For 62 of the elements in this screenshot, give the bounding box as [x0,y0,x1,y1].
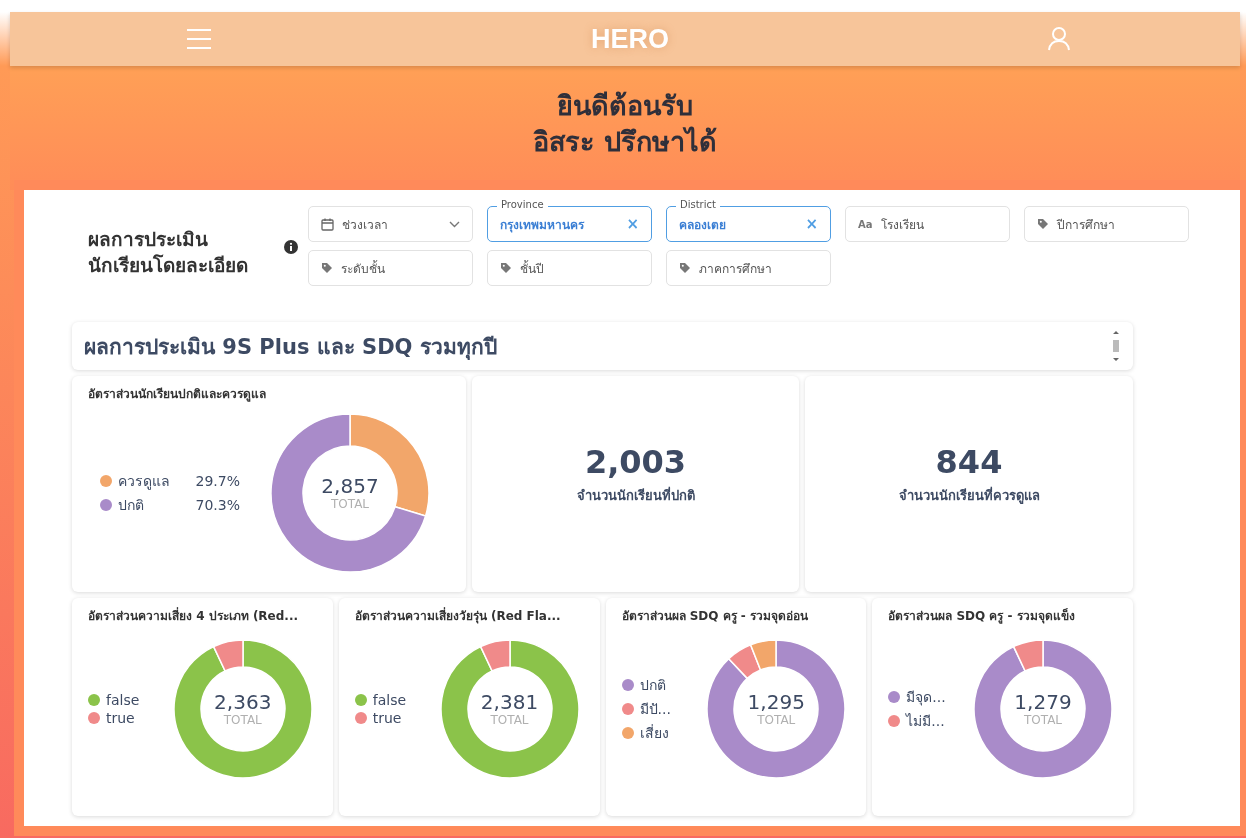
legend-label: มีจุด... [906,688,946,708]
donut-slice[interactable] [270,413,427,573]
card-title: อัตราส่วนความเสี่ยงวัยรุ่น (Red Fla... [353,606,562,625]
card-title: อัตราส่วนผล SDQ ครู - รวมจุดอ่อน [620,608,809,625]
legend-percent: 70.3% [195,497,240,513]
total-label: TOTAL [1023,713,1063,727]
donut-slice[interactable] [479,639,511,672]
total-label: TOTAL [757,713,796,727]
tag-icon [321,262,333,274]
info-icon[interactable] [284,240,298,254]
tag-filter[interactable]: ระดับชั้น [308,250,473,286]
user-icon[interactable] [1048,27,1070,51]
welcome-text: ยินดีต้อนรับ [557,89,693,123]
donut-slice[interactable] [728,644,762,680]
total-value: 1,295 [747,691,805,713]
calendar-icon [321,217,334,231]
donut-slice[interactable] [439,639,580,779]
legend-label: false [372,692,407,708]
tag-icon [1037,218,1049,230]
stat-caption: จำนวนนักเรียนที่ปกติ [576,485,695,505]
donut-slice[interactable] [706,639,846,779]
legend-label: true [106,710,135,726]
total-value: 2,381 [480,691,539,713]
tag-filter[interactable]: ปีการศึกษา [1024,206,1189,242]
legend-percent: 29.7% [195,473,240,489]
donut-slice[interactable] [173,639,313,779]
legend-label: ปกติ [639,676,666,695]
stat-value: 844 [935,442,1003,481]
tag-filter[interactable]: ภาคการศึกษา [666,250,831,286]
legend-label: false [106,692,140,708]
donut-slice[interactable] [1012,639,1044,672]
welcome-text: อิสระ ปรึกษาได้ [532,125,718,159]
total-value: 2,363 [214,691,272,713]
total-label: TOTAL [330,497,370,511]
legend-label: มีปั... [639,700,671,719]
donut-slice[interactable] [973,639,1113,779]
section-title: ผลการประเมิน นักเรียนโดยละเอียด [88,227,249,278]
stat-caption: จำนวนนักเรียนที่ควรดูแล [898,485,1040,506]
card-title: อัตราส่วนนักเรียนปกติและควรดูแล [87,386,267,403]
legend-label: ควรดูแล [118,472,170,492]
total-value: 2,857 [321,475,379,497]
menu-icon[interactable] [186,28,212,50]
total-label: TOTAL [223,713,262,727]
scroll-bar[interactable] [1111,328,1121,364]
legend-label: ไม่มี... [906,712,945,731]
dashboard-title: ผลการประเมิน 9S Plus และ SDQ รวมทุกปี [84,333,497,362]
tag-filter[interactable]: ชั้นปี [487,250,652,286]
donut-slice[interactable] [212,639,244,672]
card-title: อัตราส่วนความเสี่ยง 4 ประเภท (Red... [87,606,299,625]
total-value: 1,279 [1014,691,1072,713]
total-label: TOTAL [490,713,529,727]
legend-label: true [372,710,402,726]
chevron-icon [449,220,460,228]
text-filter[interactable]: Aa โรงเรียน [845,206,1010,242]
tag-icon [500,262,512,274]
stat-value: 2,003 [584,442,687,481]
date-filter[interactable]: ช่วงเวลา [308,206,473,242]
tag-icon [679,262,691,274]
legend-label: เสี่ยง [639,723,669,743]
card-title: อัตราส่วนผล SDQ ครู - รวมจุดแข็ง [887,607,1076,625]
legend-label: ปกติ [118,496,144,515]
donut-slice[interactable] [750,639,777,671]
